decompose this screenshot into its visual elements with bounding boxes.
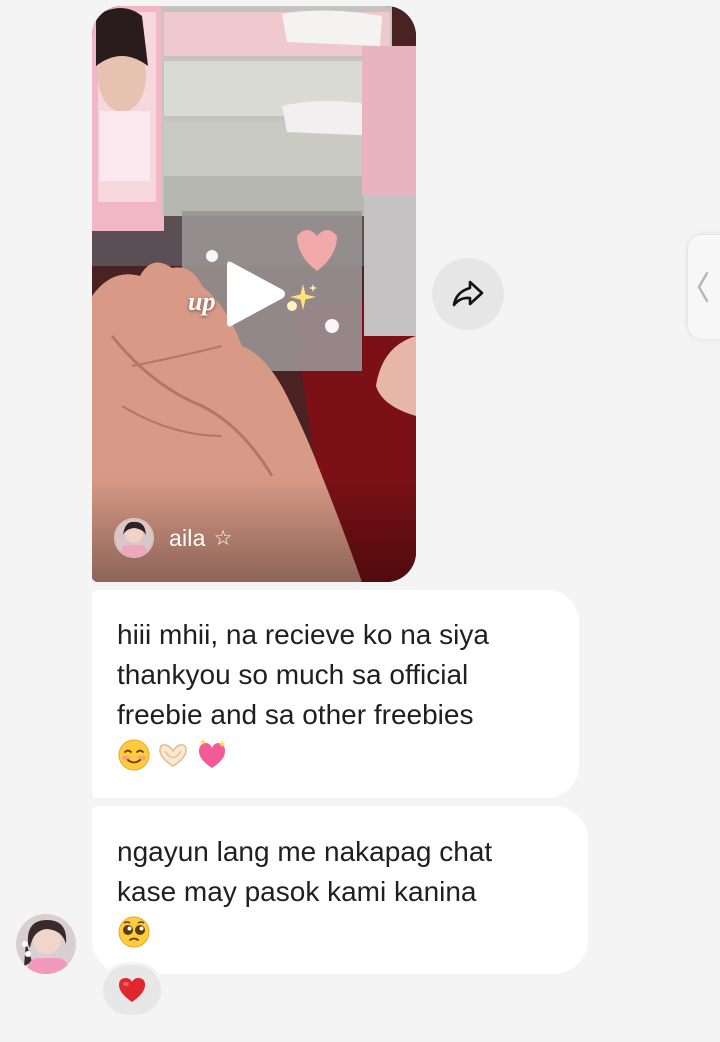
play-icon[interactable] [216,254,296,334]
reel-caption-text: up [188,287,216,316]
message-bubble[interactable]: ngayun lang me nakapag chat kase may pas… [92,806,588,974]
sparkling-heart-emoji [198,739,226,768]
emoji-row [117,912,563,952]
emoji-row [117,735,554,775]
share-arrow-icon [452,280,484,307]
reel-author-name: aila [169,524,206,551]
smiling-blush-emoji [118,739,150,771]
message-bubble[interactable]: hiii mhii, na recieve ko na siya thankyo… [92,590,579,798]
reel-author[interactable]: aila ☆ [114,518,232,558]
chevron-left-icon [697,271,709,303]
side-panel-tab[interactable] [688,235,720,339]
heart-hands-emoji [159,744,187,767]
sender-avatar[interactable] [16,914,76,974]
share-button[interactable] [432,258,504,330]
message-text-line: hiii mhii, na recieve ko na siya [117,619,489,650]
message-text-line: ngayun lang me nakapag chat [117,836,493,867]
shared-reel-card[interactable]: up aila ☆ [92,6,416,582]
red-heart-emoji [119,978,145,1002]
pleading-face-emoji [118,916,150,948]
reel-author-badge: ☆ [213,526,233,550]
message-text-line: thankyou so much sa official [117,659,469,690]
message-text-line: freebie and sa other freebies [117,699,474,730]
reel-author-avatar [114,518,154,558]
message-text-line: kase may pasok kami kanina [117,876,477,907]
message-reaction[interactable] [100,962,164,1018]
